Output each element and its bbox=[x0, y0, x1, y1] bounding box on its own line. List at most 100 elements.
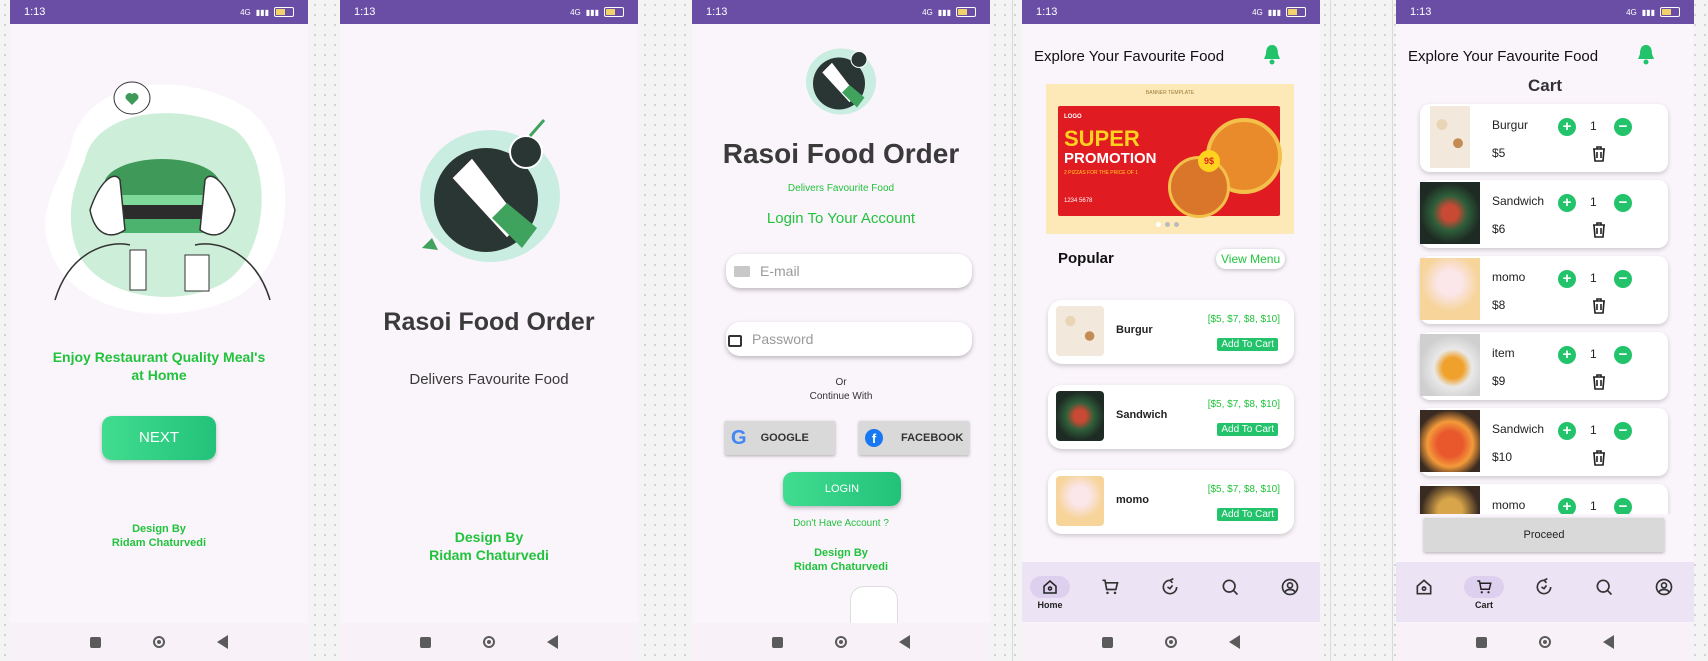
cart-item-qty: 1 bbox=[1590, 195, 1597, 209]
increase-qty-button[interactable]: + bbox=[1558, 422, 1576, 440]
increase-qty-button[interactable]: + bbox=[1558, 118, 1576, 136]
tab-profile[interactable] bbox=[1644, 576, 1684, 598]
trash-icon[interactable] bbox=[1592, 222, 1606, 238]
decrease-qty-button[interactable]: − bbox=[1614, 422, 1632, 440]
tab-cart-label: Cart bbox=[1474, 600, 1493, 610]
cart-item-price: $6 bbox=[1492, 222, 1506, 236]
google-icon: G bbox=[731, 426, 747, 449]
recents-icon[interactable] bbox=[772, 636, 783, 648]
add-to-cart-button[interactable]: Add To Cart bbox=[1217, 508, 1278, 521]
tab-home[interactable] bbox=[1404, 576, 1444, 598]
status-bar: 1:13 4G ▮▮▮ bbox=[10, 0, 308, 24]
back-icon[interactable] bbox=[1229, 635, 1240, 649]
increase-qty-button[interactable]: + bbox=[1558, 346, 1576, 364]
app-title: Rasoi Food Order bbox=[383, 308, 595, 336]
tab-profile[interactable] bbox=[1270, 576, 1310, 598]
recents-icon[interactable] bbox=[1476, 636, 1487, 648]
cart-item-qty: 1 bbox=[1590, 499, 1597, 513]
recents-icon[interactable] bbox=[1102, 636, 1113, 648]
home-icon[interactable] bbox=[835, 636, 847, 648]
trash-icon[interactable] bbox=[1592, 450, 1606, 466]
sandwich-thumbnail bbox=[1420, 182, 1480, 244]
food-card[interactable]: Sandwich [$5, $7, $8, $10] Add To Cart bbox=[1048, 385, 1294, 449]
tab-cart[interactable] bbox=[1090, 576, 1130, 598]
cart-item-price: $9 bbox=[1492, 374, 1506, 388]
banner-offer: 2 PIZZAS FOR THE PRICE OF 1 bbox=[1064, 170, 1139, 176]
tab-history[interactable] bbox=[1524, 576, 1564, 598]
bottom-tab-bar: Home bbox=[1022, 562, 1320, 622]
decrease-qty-button[interactable]: − bbox=[1614, 194, 1632, 212]
decrease-qty-button[interactable]: − bbox=[1614, 118, 1632, 136]
back-icon[interactable] bbox=[899, 635, 910, 649]
cart-item-price: $5 bbox=[1492, 146, 1506, 160]
tab-home[interactable]: Home bbox=[1030, 576, 1070, 610]
system-nav-bar bbox=[340, 623, 638, 661]
google-button[interactable]: G GOOGLE bbox=[725, 421, 835, 455]
status-bar: 1:13 4G ▮▮▮ bbox=[1396, 0, 1694, 24]
decrease-qty-button[interactable]: − bbox=[1614, 270, 1632, 288]
cart-list[interactable]: Burgur $5 + 1 − Sandwich $6 + 1 − momo $… bbox=[1396, 100, 1694, 514]
login-button[interactable]: LOGIN bbox=[783, 472, 901, 506]
status-time: 1:13 bbox=[24, 6, 46, 18]
increase-qty-button[interactable]: + bbox=[1558, 498, 1576, 514]
home-icon[interactable] bbox=[1539, 636, 1551, 648]
trash-icon[interactable] bbox=[1592, 374, 1606, 390]
facebook-button[interactable]: f FACEBOOK bbox=[859, 421, 969, 455]
back-icon[interactable] bbox=[1603, 635, 1614, 649]
recents-icon[interactable] bbox=[420, 636, 431, 648]
cart-item-name: item bbox=[1492, 346, 1515, 360]
cart-item-qty: 1 bbox=[1590, 119, 1597, 133]
next-button[interactable]: NEXT bbox=[102, 416, 216, 460]
bell-icon[interactable] bbox=[1260, 42, 1284, 66]
tab-cart[interactable]: Cart bbox=[1464, 576, 1504, 610]
designer-name: Ridam Chaturvedi bbox=[111, 537, 207, 549]
promo-banner[interactable]: BANNER TEMPLATE LOGO SUPER PROMOTION 2 P… bbox=[1046, 84, 1294, 234]
increase-qty-button[interactable]: + bbox=[1558, 270, 1576, 288]
increase-qty-button[interactable]: + bbox=[1558, 194, 1576, 212]
lock-icon bbox=[728, 335, 742, 347]
momo-thumbnail bbox=[1420, 486, 1480, 514]
splash-screen: 1:13 4G ▮▮▮ Rasoi Food Order Delivers Fav… bbox=[340, 0, 638, 661]
home-icon[interactable] bbox=[1165, 636, 1177, 648]
add-to-cart-button[interactable]: Add To Cart bbox=[1217, 338, 1278, 351]
food-card[interactable]: momo [$5, $7, $8, $10] Add To Cart bbox=[1048, 470, 1294, 534]
banner-logo: LOGO bbox=[1064, 114, 1082, 120]
system-nav-bar bbox=[1022, 623, 1320, 661]
system-nav-bar bbox=[10, 623, 308, 661]
proceed-button[interactable]: Proceed bbox=[1424, 518, 1664, 552]
view-menu-button[interactable]: View Menu bbox=[1216, 249, 1286, 269]
food-card[interactable]: Burgur [$5, $7, $8, $10] Add To Cart bbox=[1048, 300, 1294, 364]
decrease-qty-button[interactable]: − bbox=[1614, 498, 1632, 514]
tagline-line2: at Home bbox=[131, 367, 187, 383]
home-icon bbox=[1043, 580, 1057, 594]
food-prices: [$5, $7, $8, $10] bbox=[1207, 484, 1280, 495]
tab-history[interactable] bbox=[1150, 576, 1190, 598]
history-icon bbox=[1536, 577, 1552, 595]
decrease-qty-button[interactable]: − bbox=[1614, 346, 1632, 364]
banner-promotion: PROMOTION bbox=[1064, 150, 1157, 167]
login-screen: 1:13 4G ▮▮▮ Rasoi Food Order Delivers Fav… bbox=[692, 0, 990, 661]
home-icon[interactable] bbox=[153, 636, 165, 648]
trash-icon[interactable] bbox=[1592, 146, 1606, 162]
tab-search[interactable] bbox=[1584, 576, 1624, 598]
password-field[interactable]: Password bbox=[726, 322, 972, 356]
food-name: momo bbox=[1116, 494, 1149, 506]
back-icon[interactable] bbox=[217, 635, 228, 649]
add-to-cart-button[interactable]: Add To Cart bbox=[1217, 423, 1278, 436]
home-icon[interactable] bbox=[483, 636, 495, 648]
facebook-label: FACEBOOK bbox=[901, 432, 964, 444]
cart-item: Sandwich $10 + 1 − bbox=[1420, 408, 1668, 476]
email-field[interactable]: E-mail bbox=[726, 254, 972, 288]
momo-thumbnail bbox=[1056, 476, 1104, 526]
recents-icon[interactable] bbox=[90, 636, 101, 648]
page-header: Explore Your Favourite Food bbox=[1408, 48, 1599, 65]
trash-icon[interactable] bbox=[1592, 298, 1606, 314]
pasta-thumbnail bbox=[1420, 410, 1480, 472]
page-header: Explore Your Favourite Food bbox=[1034, 48, 1225, 65]
tab-search[interactable] bbox=[1210, 576, 1250, 598]
carousel-dots[interactable] bbox=[1156, 222, 1179, 227]
back-icon[interactable] bbox=[547, 635, 558, 649]
bell-icon[interactable] bbox=[1634, 42, 1658, 66]
signup-link[interactable]: Don't Have Account ? bbox=[692, 518, 990, 529]
cart-icon bbox=[1477, 580, 1492, 594]
